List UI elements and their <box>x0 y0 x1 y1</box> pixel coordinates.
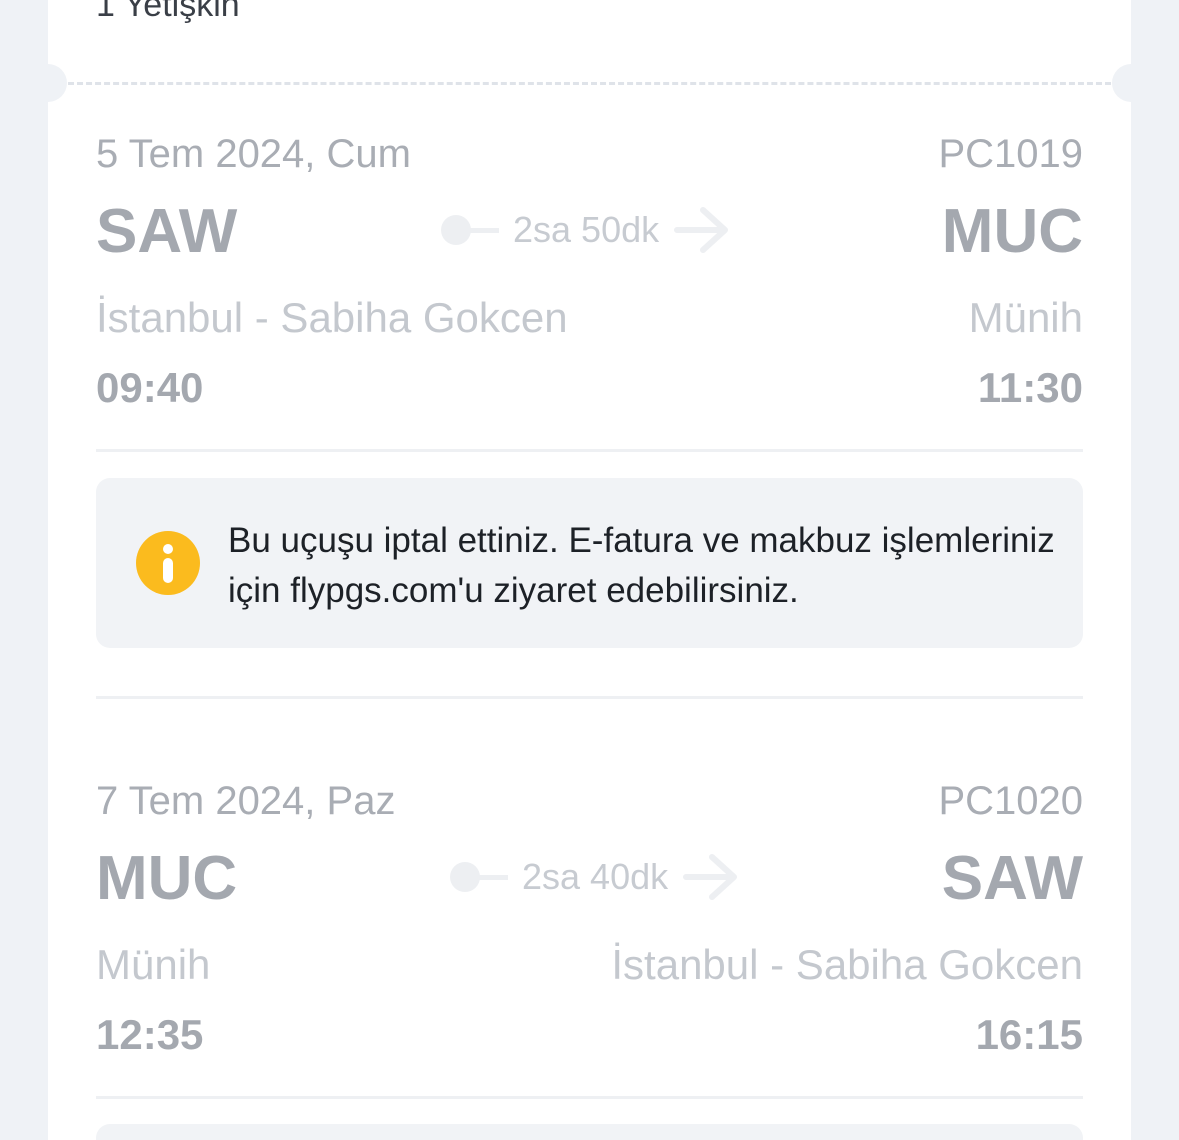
flight-duration: 2sa 40dk <box>522 856 669 897</box>
flight-number: PC1019 <box>938 132 1083 176</box>
arrow-right-icon <box>674 207 729 253</box>
cancellation-notice-return <box>96 1124 1083 1140</box>
flight-segment-return[interactable]: 7 Tem 2024, Paz PC1020 MUC 2sa 40dk SAW … <box>96 779 1083 1099</box>
booking-card: 1 Yetişkin 5 Tem 2024, Cum PC1019 SAW 2s… <box>48 0 1131 1140</box>
flight-number: PC1020 <box>938 779 1083 823</box>
flight-date: 7 Tem 2024, Paz <box>96 779 396 823</box>
departure-city: Münih <box>96 941 211 988</box>
departure-airport-code: MUC <box>96 844 238 913</box>
origin-dot-icon <box>441 215 471 245</box>
arrival-time: 11:30 <box>977 364 1083 411</box>
cancellation-notice: Bu uçuşu iptal ettiniz. E-fatura ve makb… <box>96 478 1083 648</box>
arrival-airport-code: MUC <box>941 197 1083 266</box>
flight-duration-indicator: 2sa 40dk <box>450 845 740 909</box>
notice-message: Bu uçuşu iptal ettiniz. E-fatura ve makb… <box>228 521 1055 610</box>
arrival-city: İstanbul - Sabiha Gokcen <box>611 941 1083 988</box>
route-line <box>469 227 499 233</box>
route-line <box>478 874 508 880</box>
arrival-time: 16:15 <box>975 1011 1083 1058</box>
segment-divider <box>96 1096 1083 1099</box>
departure-time: 09:40 <box>96 364 204 411</box>
departure-airport-code: SAW <box>96 197 238 266</box>
departure-time: 12:35 <box>96 1011 204 1058</box>
flight-duration-indicator: 2sa 50dk <box>441 198 731 262</box>
flight-date: 5 Tem 2024, Cum <box>96 132 411 176</box>
ticket-notch-right <box>1112 64 1131 102</box>
arrival-city: Münih <box>968 294 1083 341</box>
arrival-airport-code: SAW <box>941 844 1083 913</box>
arrow-right-icon <box>683 854 738 900</box>
segment-divider <box>96 696 1083 699</box>
ticket-perforation <box>68 82 1111 85</box>
flight-duration: 2sa 50dk <box>513 209 660 250</box>
flight-segment-outbound[interactable]: 5 Tem 2024, Cum PC1019 SAW 2sa 50dk MUC … <box>96 132 1083 452</box>
passenger-count: 1 Yetişkin <box>96 0 240 24</box>
info-icon <box>136 531 200 595</box>
segment-divider <box>96 449 1083 452</box>
departure-city: İstanbul - Sabiha Gokcen <box>96 294 568 341</box>
origin-dot-icon <box>450 862 480 892</box>
ticket-notch-left <box>48 64 67 102</box>
